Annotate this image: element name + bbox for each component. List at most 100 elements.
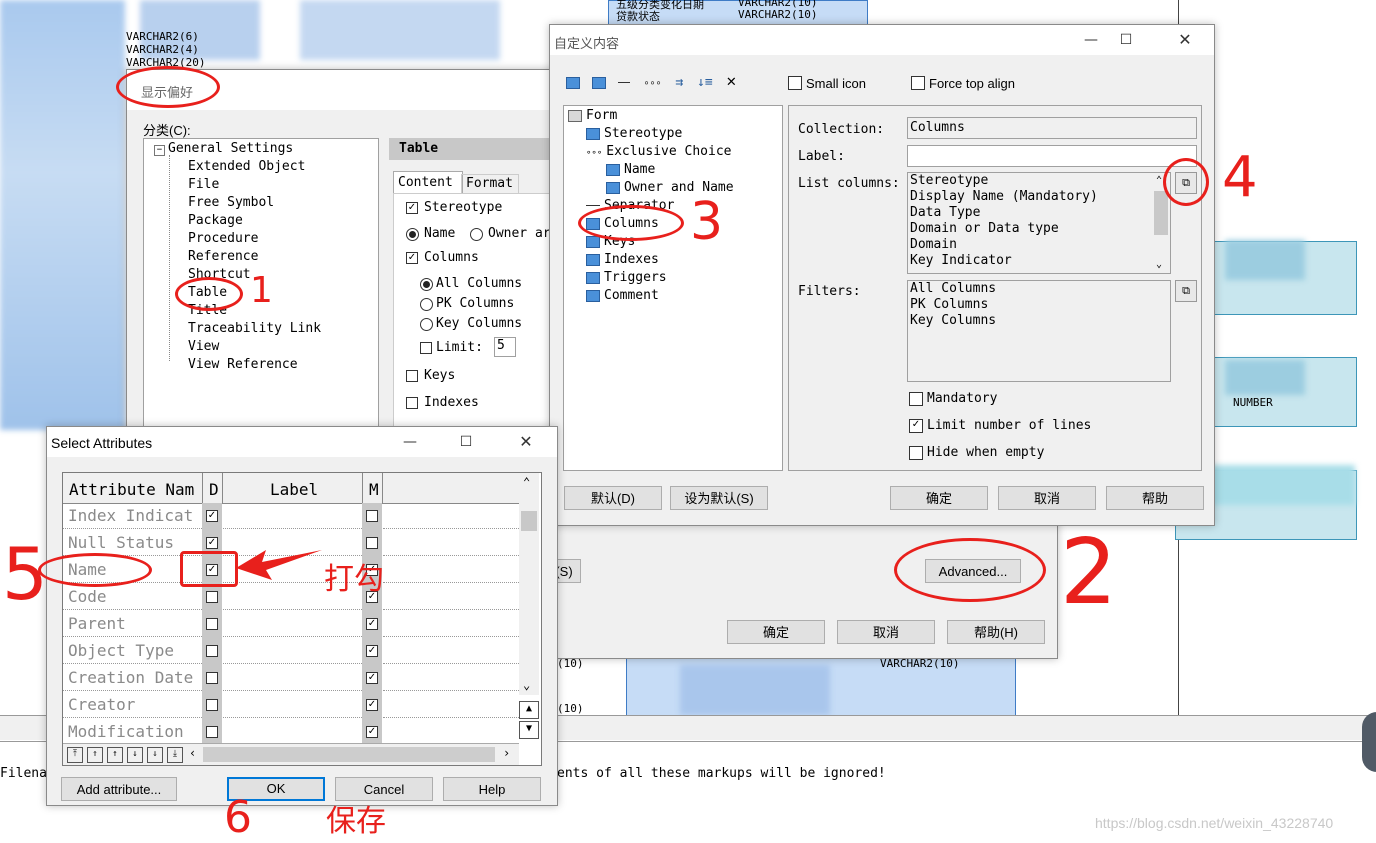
scroll-down-icon[interactable]: ⌄ — [523, 678, 530, 692]
list-columns-box[interactable]: Stereotype Display Name (Mandatory) Data… — [907, 172, 1171, 274]
label-input[interactable] — [907, 145, 1197, 167]
default-button[interactable]: 默认(D) — [564, 486, 662, 510]
tree-indexes[interactable]: Indexes — [586, 252, 659, 267]
mandatory-checkbox[interactable]: ✓ — [366, 726, 378, 738]
tree-reference[interactable]: Reference — [188, 249, 258, 264]
select-maximize-icon[interactable]: ☐ — [455, 431, 477, 453]
attribute-row[interactable]: Parent ✓ — [63, 611, 519, 638]
display-checkbox[interactable] — [206, 699, 218, 711]
display-checkbox[interactable] — [206, 591, 218, 603]
chevron-up-icon[interactable]: ⌃ — [1156, 173, 1162, 189]
attribute-row[interactable]: Code ✓ — [63, 584, 519, 611]
choice-icon[interactable]: ∘∘∘ — [643, 78, 661, 89]
copy-icon[interactable] — [591, 76, 606, 89]
set-default-button[interactable]: 设为默认(S) — [670, 486, 768, 510]
maximize-icon[interactable]: ☐ — [1115, 29, 1137, 51]
mandatory-checkbox[interactable]: ✓ — [366, 699, 378, 711]
display-checkbox[interactable] — [206, 672, 218, 684]
limit-lines-checkbox[interactable]: ✓ — [909, 419, 923, 433]
page-up-icon[interactable]: ▲ — [519, 701, 539, 719]
keys-checkbox[interactable] — [406, 370, 418, 382]
custom-cancel-button[interactable]: 取消 — [998, 486, 1096, 510]
label-cell[interactable] — [223, 611, 362, 637]
custom-ok-button[interactable]: 确定 — [890, 486, 988, 510]
label-cell[interactable] — [223, 638, 362, 664]
mandatory-checkbox[interactable]: ✓ — [366, 618, 378, 630]
label-cell[interactable] — [223, 665, 362, 691]
select-close-icon[interactable]: ✕ — [515, 431, 537, 453]
prefs-help-button[interactable]: 帮助(H) — [947, 620, 1045, 644]
hscroll-right-icon[interactable]: › — [503, 746, 510, 760]
tree-file[interactable]: File — [188, 177, 219, 192]
scroll-thumb[interactable] — [1154, 191, 1168, 235]
select-minimize-icon[interactable]: — — [399, 431, 421, 453]
label-cell[interactable] — [223, 692, 362, 718]
tree-package[interactable]: Package — [188, 213, 243, 228]
label-cell[interactable] — [223, 503, 362, 529]
move-page-up-icon[interactable]: ⇑ — [87, 747, 103, 763]
tab-content[interactable]: Content — [393, 171, 463, 194]
mandatory-checkbox[interactable]: ✓ — [366, 645, 378, 657]
grid-scroll-thumb[interactable] — [521, 511, 537, 531]
tree-extended-object[interactable]: Extended Object — [188, 159, 305, 174]
columns-checkbox[interactable]: ✓ — [406, 252, 418, 264]
tree-free-symbol[interactable]: Free Symbol — [188, 195, 274, 210]
display-checkbox[interactable] — [206, 618, 218, 630]
hscroll-left-icon[interactable]: ‹ — [189, 746, 196, 760]
prefs-cancel-button[interactable]: 取消 — [837, 620, 935, 644]
insert-icon[interactable]: ↓≡ — [697, 75, 713, 90]
filters-box[interactable]: All Columns PK Columns Key Columns — [907, 280, 1171, 382]
side-float-button[interactable] — [1362, 712, 1376, 772]
attribute-row[interactable]: Creator ✓ — [63, 692, 519, 719]
pk-columns-radio[interactable] — [420, 298, 433, 311]
tree-form[interactable]: Form — [568, 108, 617, 123]
small-icon-checkbox[interactable] — [788, 76, 802, 90]
tree-stereotype[interactable]: Stereotype — [586, 126, 682, 141]
attribute-row[interactable]: Modification ✓ — [63, 719, 519, 746]
close-icon[interactable]: ✕ — [1174, 29, 1196, 51]
display-checkbox[interactable] — [206, 645, 218, 657]
move-up-icon[interactable]: ↑ — [107, 747, 123, 763]
mandatory-checkbox[interactable] — [909, 392, 923, 406]
move-down-icon[interactable]: ↓ — [127, 747, 143, 763]
key-columns-radio[interactable] — [420, 318, 433, 331]
minimize-icon[interactable]: — — [1080, 29, 1102, 51]
move-top-icon[interactable]: ⤒ — [67, 747, 83, 763]
tree-comment[interactable]: Comment — [586, 288, 659, 303]
edit-filters-icon[interactable]: ⧉ — [1175, 280, 1197, 302]
chevron-down-icon[interactable]: ⌄ — [1156, 257, 1162, 273]
label-cell[interactable] — [223, 719, 362, 745]
tab-format[interactable]: Format — [461, 174, 519, 194]
name-radio[interactable] — [406, 228, 419, 241]
tree-general-settings[interactable]: General Settings — [168, 141, 293, 156]
separator-icon[interactable] — [617, 82, 630, 83]
move-bottom-icon[interactable]: ⤓ — [167, 747, 183, 763]
collapse-icon[interactable]: − — [154, 145, 165, 156]
tree-name[interactable]: Name — [606, 162, 655, 177]
grid-vscroll[interactable]: ⌃ ⌄ — [519, 473, 539, 695]
limit-input[interactable]: 5 — [494, 337, 516, 357]
mandatory-checkbox[interactable]: ✓ — [366, 672, 378, 684]
tree-view-reference[interactable]: View Reference — [188, 357, 298, 372]
tree-exclusive-choice[interactable]: ∘∘∘ Exclusive Choice — [586, 144, 732, 159]
scroll-up-icon[interactable]: ⌃ — [523, 475, 530, 489]
display-checkbox[interactable] — [206, 726, 218, 738]
tree-view[interactable]: View — [188, 339, 219, 354]
limit-checkbox[interactable] — [420, 342, 432, 354]
all-columns-radio[interactable] — [420, 278, 433, 291]
page-down-icon[interactable]: ▼ — [519, 721, 539, 739]
prefs-ok-button[interactable]: 确定 — [727, 620, 825, 644]
stereotype-checkbox[interactable]: ✓ — [406, 202, 418, 214]
mandatory-checkbox[interactable] — [366, 537, 378, 549]
select-help-button[interactable]: Help — [443, 777, 541, 801]
tree-triggers[interactable]: Triggers — [586, 270, 667, 285]
tree-traceability-link[interactable]: Traceability Link — [188, 321, 321, 336]
force-top-align-checkbox[interactable] — [911, 76, 925, 90]
owner-radio[interactable] — [470, 228, 483, 241]
add-column-icon[interactable]: ⇉ — [675, 75, 683, 90]
custom-help-button[interactable]: 帮助 — [1106, 486, 1204, 510]
delete-icon[interactable]: ✕ — [727, 71, 737, 90]
attribute-row[interactable]: Object Type ✓ — [63, 638, 519, 665]
move-page-down-icon[interactable]: ⇓ — [147, 747, 163, 763]
add-attribute-button[interactable]: Add attribute... — [61, 777, 177, 801]
